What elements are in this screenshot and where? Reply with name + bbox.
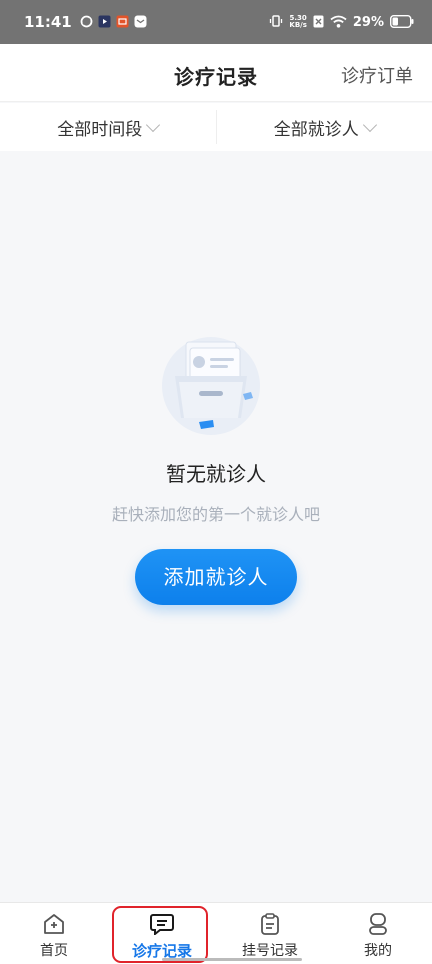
tab-home[interactable]: 首页 [0,903,108,964]
empty-state: 暂无就诊人 赶快添加您的第一个就诊人吧 添加就诊人 [0,330,432,605]
clipboard-icon [259,913,281,939]
empty-drawer-icon [161,330,271,440]
battery-percent: 29% [352,14,384,30]
net-speed: 5.30 KB/s [289,15,306,29]
tab-profile[interactable]: 我的 [324,903,432,964]
patient-filter-label: 全部就诊人 [273,119,359,140]
home-plus-icon [42,913,66,939]
empty-subtitle: 赶快添加您的第一个就诊人吧 [111,505,320,524]
shop-app-icon [116,13,129,32]
tab-home-label: 首页 [40,943,68,959]
tab-registration-label: 挂号记录 [242,943,298,959]
wifi-icon [330,13,347,32]
sync-icon [80,13,93,32]
home-indicator[interactable] [162,958,302,961]
patient-filter[interactable]: 全部就诊人 [217,103,432,151]
time-range-filter-label: 全部时间段 [57,119,143,140]
nav-header: 诊疗记录 诊疗订单 [0,44,432,102]
orders-link[interactable]: 诊疗订单 [341,62,413,88]
battery-icon [389,13,414,32]
user-icon [367,913,389,939]
net-speed-unit: KB/s [289,21,307,29]
status-bar: 11:41 5.30 KB/s 29% [0,0,432,44]
filter-bar: 全部时间段 全部就诊人 [0,103,432,151]
status-time: 11:41 [24,13,72,31]
tab-registration[interactable]: 挂号记录 [216,903,324,964]
empty-title: 暂无就诊人 [166,462,266,486]
vibrate-icon [269,13,283,32]
time-range-filter[interactable]: 全部时间段 [0,103,216,151]
no-sim-icon [313,13,324,32]
mail-app-icon [134,13,147,32]
bottom-tab-bar: 首页 诊疗记录 挂号记录 我的 [0,902,432,964]
screen: 11:41 5.30 KB/s 29% 诊疗记录 诊疗订单 全部时间段 全部就诊… [0,0,432,964]
highlight-annotation-box [112,906,208,963]
status-right: 5.30 KB/s 29% [269,13,414,32]
chevron-down-icon [362,117,377,132]
tab-profile-label: 我的 [364,943,392,959]
chevron-down-icon [146,117,161,132]
video-app-icon [98,13,111,32]
add-patient-button[interactable]: 添加就诊人 [135,549,297,605]
